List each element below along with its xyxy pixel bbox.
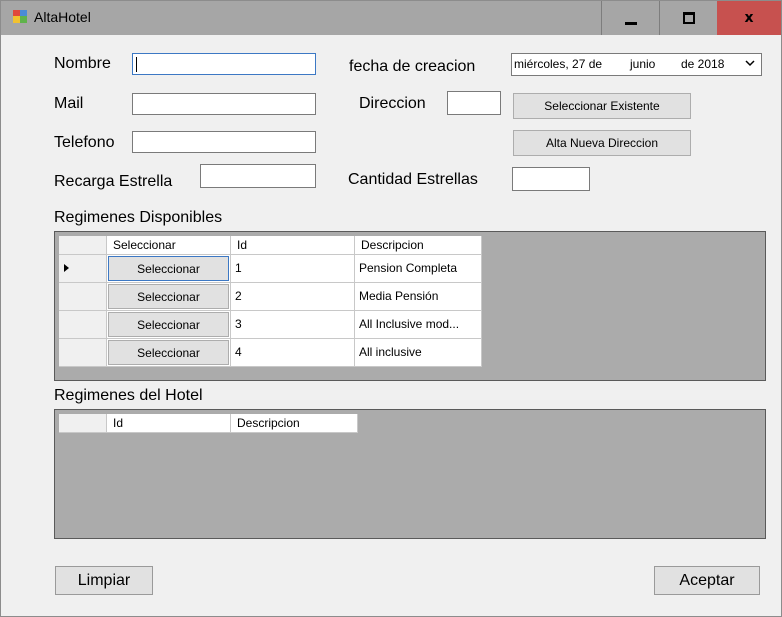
grid-corner-header (59, 236, 107, 255)
current-row-arrow-icon (64, 264, 69, 272)
seleccionar-row-2-button[interactable]: Seleccionar (108, 284, 229, 309)
text-caret (136, 57, 137, 72)
alta-nueva-direccion-button[interactable]: Alta Nueva Direccion (513, 130, 691, 156)
cantidad-estrellas-label: Cantidad Estrellas (348, 171, 478, 188)
minimize-button[interactable] (601, 1, 659, 35)
direccion-input[interactable] (447, 91, 501, 115)
table-row-3-descripcion[interactable]: All Inclusive mod... (355, 311, 482, 339)
row-header[interactable] (59, 311, 107, 339)
table-row-2-descripcion[interactable]: Media Pensión (355, 283, 482, 311)
row-header[interactable] (59, 283, 107, 311)
maximize-button[interactable] (659, 1, 717, 35)
app-icon (13, 10, 27, 23)
column-header-id[interactable]: Id (107, 414, 231, 433)
close-button[interactable]: x (717, 1, 781, 35)
date-month: junio (630, 57, 656, 71)
column-header-seleccionar[interactable]: Seleccionar (107, 236, 231, 255)
row-header-current[interactable] (59, 255, 107, 283)
date-year: de 2018 (681, 57, 725, 71)
table-row-4-id[interactable]: 4 (231, 339, 355, 367)
telefono-input[interactable] (132, 131, 316, 153)
recarga-estrella-label: Recarga Estrella (54, 173, 173, 190)
telefono-label: Telefono (54, 134, 115, 151)
fecha-creacion-datepicker[interactable]: miércoles, 27 de junio de 2018 (511, 53, 762, 76)
column-header-descripcion[interactable]: Descripcion (355, 236, 482, 255)
seleccionar-row-3-button[interactable]: Seleccionar (108, 312, 229, 337)
regimenes-hotel-grid[interactable]: Id Descripcion (54, 409, 766, 539)
mail-label: Mail (54, 95, 84, 112)
table-row-2-id[interactable]: 2 (231, 283, 355, 311)
table-row-4-button-cell: Seleccionar (107, 339, 231, 367)
window-title: AltaHotel (34, 9, 91, 25)
seleccionar-row-4-button[interactable]: Seleccionar (108, 340, 229, 365)
table-row-3-id[interactable]: 3 (231, 311, 355, 339)
mail-input[interactable] (132, 93, 316, 115)
aceptar-button[interactable]: Aceptar (654, 566, 760, 595)
limpiar-button[interactable]: Limpiar (55, 566, 153, 595)
regimenes-hotel-title: Regimenes del Hotel (54, 387, 203, 404)
column-header-descripcion[interactable]: Descripcion (231, 414, 358, 433)
table-row-3-button-cell: Seleccionar (107, 311, 231, 339)
recarga-estrella-input[interactable] (200, 164, 316, 188)
row-header[interactable] (59, 339, 107, 367)
table-row-2-button-cell: Seleccionar (107, 283, 231, 311)
table-row-1-button-cell: Seleccionar (107, 255, 231, 283)
column-header-id[interactable]: Id (231, 236, 355, 255)
minimize-icon (624, 21, 637, 25)
seleccionar-existente-button[interactable]: Seleccionar Existente (513, 93, 691, 119)
table-row-1-id[interactable]: 1 (231, 255, 355, 283)
date-weekday-day: miércoles, 27 de (514, 57, 603, 71)
table-row-4-descripcion[interactable]: All inclusive (355, 339, 482, 367)
fecha-creacion-label: fecha de creacion (349, 58, 476, 75)
seleccionar-row-1-button[interactable]: Seleccionar (108, 256, 229, 281)
table-row-1-descripcion[interactable]: Pension Completa (355, 255, 482, 283)
nombre-input[interactable] (132, 53, 316, 75)
cantidad-estrellas-input[interactable] (512, 167, 590, 191)
chevron-down-icon[interactable] (745, 58, 755, 68)
regimenes-disponibles-grid[interactable]: Seleccionar Id Descripcion Seleccionar 1… (54, 231, 766, 381)
maximize-icon (682, 12, 695, 24)
grid-corner-header (59, 414, 107, 433)
regimenes-disponibles-title: Regimenes Disponibles (54, 209, 223, 226)
close-icon: x (744, 10, 754, 26)
nombre-label: Nombre (54, 55, 111, 72)
alta-hotel-window: AltaHotel x Nombre Mail Telefono Recarga… (0, 0, 782, 617)
title-bar[interactable]: AltaHotel x (1, 1, 781, 35)
direccion-label: Direccion (359, 95, 426, 112)
